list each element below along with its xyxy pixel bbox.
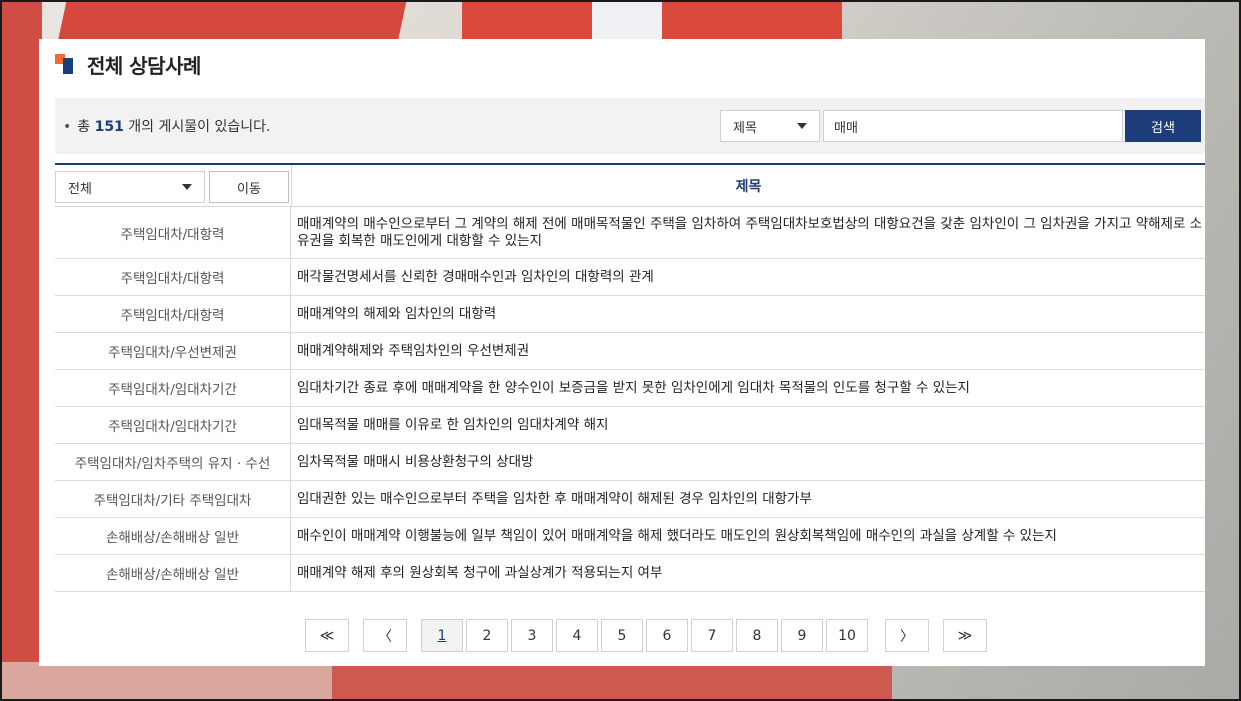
post-table: 전체 이동 제목 주택임대차/대항력 매매계약의 매수인으로부터 그 계약의 해…: [55, 163, 1205, 592]
column-header-title: 제목: [291, 165, 1205, 207]
row-title-link[interactable]: 매수인이 매매계약 이행불능에 일부 책임이 있어 매매계약을 해제 했더라도 …: [291, 518, 1205, 554]
table-row[interactable]: 주택임대차/대항력 매매계약의 해제와 임차인의 대항력: [55, 296, 1205, 333]
page-8-button[interactable]: 8: [736, 619, 778, 652]
bullet-icon: •: [63, 119, 72, 135]
table-row[interactable]: 손해배상/손해배상 일반 매매계약 해제 후의 원상회복 청구에 과실상계가 적…: [55, 555, 1205, 592]
page-7-button[interactable]: 7: [691, 619, 733, 652]
search-input[interactable]: [823, 110, 1123, 142]
row-category: 주택임대차/대항력: [55, 207, 291, 258]
table-row[interactable]: 주택임대차/대항력 매각물건명세서를 신뢰한 경매매수인과 임차인의 대항력의 …: [55, 259, 1205, 296]
row-category: 주택임대차/우선변제권: [55, 333, 291, 369]
move-button[interactable]: 이동: [209, 171, 289, 203]
search-field-value: 제목: [733, 120, 757, 136]
count-prefix: 총: [77, 119, 91, 135]
category-select-value: 전체: [68, 181, 92, 197]
screen-frame: 전체 상담사례 • 총 151 개의 게시물이 있습니다. 제목 검색 전체 이동: [0, 0, 1241, 701]
post-count: • 총 151 개의 게시물이 있습니다.: [63, 116, 270, 136]
background-decoration: [57, 2, 407, 42]
page-6-button[interactable]: 6: [646, 619, 688, 652]
page-5-button[interactable]: 5: [601, 619, 643, 652]
next-page-button[interactable]: 〉: [885, 619, 929, 652]
table-row[interactable]: 주택임대차/기타 주택임대차 임대권한 있는 매수인으로부터 주택을 임차한 후…: [55, 481, 1205, 518]
pagination: ≪ 〈 1 2 3 4 5 6 7 8 9 10 〉 ≫: [305, 619, 987, 652]
background-decoration: [332, 662, 892, 699]
row-category: 손해배상/손해배상 일반: [55, 518, 291, 554]
row-category: 주택임대차/임차주택의 유지 · 수선: [55, 444, 291, 480]
table-row[interactable]: 주택임대차/우선변제권 매매계약해제와 주택임차인의 우선변제권: [55, 333, 1205, 370]
table-row[interactable]: 주택임대차/대항력 매매계약의 매수인으로부터 그 계약의 해제 전에 매매목적…: [55, 207, 1205, 259]
table-row[interactable]: 주택임대차/임대차기간 임대목적물 매매를 이유로 한 임차인의 임대차계약 해…: [55, 407, 1205, 444]
row-category: 주택임대차/대항력: [55, 259, 291, 295]
row-title-link[interactable]: 임대차기간 종료 후에 매매계약을 한 양수인이 보증금을 받지 못한 임차인에…: [291, 370, 1205, 406]
table-row[interactable]: 주택임대차/임대차기간 임대차기간 종료 후에 매매계약을 한 양수인이 보증금…: [55, 370, 1205, 407]
page-header: 전체 상담사례: [55, 51, 201, 78]
row-category: 주택임대차/임대차기간: [55, 370, 291, 406]
row-title-link[interactable]: 매매계약의 매수인으로부터 그 계약의 해제 전에 매매목적물인 주택을 임차하…: [291, 207, 1205, 258]
row-category: 주택임대차/대항력: [55, 296, 291, 332]
row-title-link[interactable]: 매매계약 해제 후의 원상회복 청구에 과실상계가 적용되는지 여부: [291, 555, 1205, 591]
count-number: 151: [94, 119, 124, 135]
background-decoration: [2, 662, 342, 699]
table-header: 전체 이동 제목: [55, 163, 1205, 207]
search-field-select[interactable]: 제목: [720, 110, 820, 142]
first-page-button[interactable]: ≪: [305, 619, 349, 652]
prev-page-button[interactable]: 〈: [363, 619, 407, 652]
search-button[interactable]: 검색: [1125, 110, 1201, 142]
row-title-link[interactable]: 임대권한 있는 매수인으로부터 주택을 임차한 후 매매계약이 해제된 경우 임…: [291, 481, 1205, 517]
last-page-button[interactable]: ≫: [943, 619, 987, 652]
title-bullet-icon: [55, 54, 75, 74]
row-category: 주택임대차/임대차기간: [55, 407, 291, 443]
row-category: 주택임대차/기타 주택임대차: [55, 481, 291, 517]
row-title-link[interactable]: 매각물건명세서를 신뢰한 경매매수인과 임차인의 대항력의 관계: [291, 259, 1205, 295]
page-10-button[interactable]: 10: [826, 619, 868, 652]
page-9-button[interactable]: 9: [781, 619, 823, 652]
search-bar: • 총 151 개의 게시물이 있습니다. 제목 검색: [55, 98, 1205, 154]
row-title-link[interactable]: 매매계약의 해제와 임차인의 대항력: [291, 296, 1205, 332]
category-select[interactable]: 전체: [55, 171, 205, 203]
page-4-button[interactable]: 4: [556, 619, 598, 652]
chevron-down-icon: [797, 123, 807, 129]
background-decoration: [2, 2, 42, 699]
row-title-link[interactable]: 매매계약해제와 주택임차인의 우선변제권: [291, 333, 1205, 369]
row-category: 손해배상/손해배상 일반: [55, 555, 291, 591]
content-panel: 전체 상담사례 • 총 151 개의 게시물이 있습니다. 제목 검색 전체 이동: [39, 39, 1205, 666]
table-row[interactable]: 손해배상/손해배상 일반 매수인이 매매계약 이행불능에 일부 책임이 있어 매…: [55, 518, 1205, 555]
row-title-link[interactable]: 임대목적물 매매를 이유로 한 임차인의 임대차계약 해지: [291, 407, 1205, 443]
page-3-button[interactable]: 3: [511, 619, 553, 652]
table-row[interactable]: 주택임대차/임차주택의 유지 · 수선 임차목적물 매매시 비용상환청구의 상대…: [55, 444, 1205, 481]
background-decoration: [592, 2, 662, 40]
count-suffix: 개의 게시물이 있습니다.: [128, 119, 271, 135]
row-title-link[interactable]: 임차목적물 매매시 비용상환청구의 상대방: [291, 444, 1205, 480]
page-1-button[interactable]: 1: [421, 619, 463, 652]
chevron-down-icon: [182, 184, 192, 190]
page-2-button[interactable]: 2: [466, 619, 508, 652]
page-title: 전체 상담사례: [87, 53, 201, 78]
